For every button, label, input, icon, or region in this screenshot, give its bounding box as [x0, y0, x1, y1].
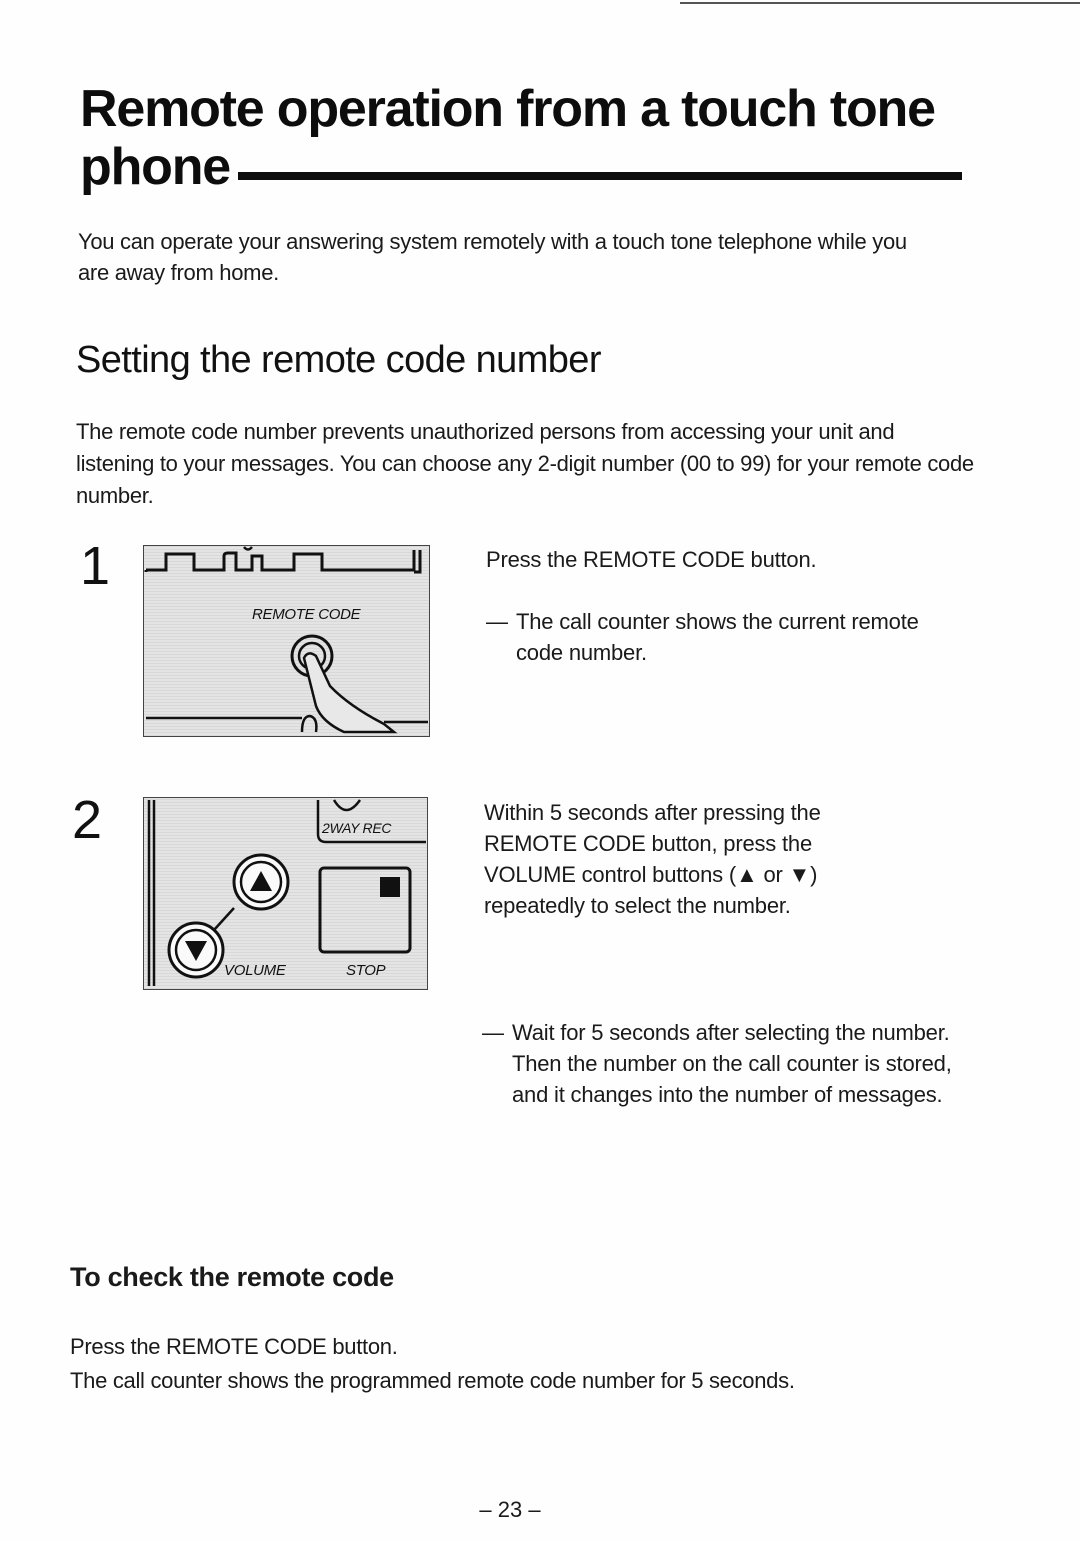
remote-code-panel-drawing — [144, 546, 428, 734]
step-1-note-text: The call counter shows the current remot… — [516, 609, 919, 665]
step-1-note: — The call counter shows the current rem… — [486, 606, 956, 668]
check-body: Press the REMOTE CODE button. The call c… — [70, 1330, 795, 1398]
2way-rec-label: 2WAY REC — [322, 820, 392, 836]
volume-label: VOLUME — [224, 962, 286, 979]
stop-button-icon — [318, 866, 412, 954]
note-dash: — — [486, 609, 508, 634]
stop-label: STOP — [346, 962, 386, 979]
title-underline-rule — [238, 172, 962, 180]
step-number-2: 2 — [72, 790, 103, 850]
section-paragraph: The remote code number prevents unauthor… — [76, 419, 974, 508]
volume-down-button-icon — [167, 921, 225, 979]
note-dash: — — [482, 1020, 504, 1045]
step-2-illustration: 2WAY REC VOLUME STOP — [143, 797, 428, 990]
step-2-note: — Wait for 5 seconds after selecting the… — [482, 1017, 992, 1110]
intro-paragraph: You can operate your answering system re… — [78, 229, 907, 285]
step-number-1: 1 — [80, 536, 111, 596]
remote-code-label: REMOTE CODE — [252, 606, 361, 623]
step-2-instruction: Within 5 seconds after pressing the REMO… — [484, 800, 821, 918]
volume-up-button-icon — [232, 853, 290, 911]
step-2-note-text: Wait for 5 seconds after selecting the n… — [512, 1020, 950, 1045]
check-line-2: The call counter shows the programmed re… — [70, 1368, 795, 1393]
check-heading: To check the remote code — [70, 1262, 394, 1292]
step-2-note-text-2: Then the number on the call counter is s… — [512, 1051, 952, 1107]
section-heading: Setting the remote code number — [76, 339, 601, 381]
page-number: – 23 – — [479, 1497, 541, 1522]
step-1-illustration: REMOTE CODE — [143, 545, 430, 737]
step-1-instruction: Press the REMOTE CODE button. — [486, 547, 817, 572]
check-line-1: Press the REMOTE CODE button. — [70, 1334, 398, 1359]
top-edge-rule — [680, 2, 1080, 4]
pressing-finger-icon — [300, 652, 398, 734]
